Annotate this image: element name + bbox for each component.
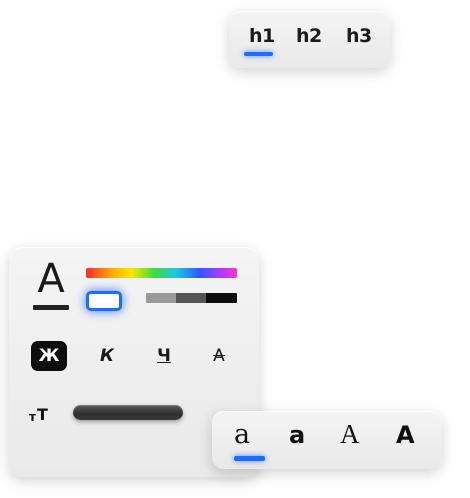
font-color-underline bbox=[33, 305, 69, 310]
font-size-slider[interactable] bbox=[73, 405, 183, 420]
selected-heading-indicator bbox=[244, 52, 273, 56]
heading-option-h3[interactable]: h3 bbox=[346, 25, 372, 47]
font-option-bold-uppercase[interactable]: A bbox=[396, 421, 415, 449]
heading-option-h1[interactable]: h1 bbox=[249, 25, 275, 47]
font-color-icon[interactable]: A bbox=[33, 256, 69, 310]
color-spectrum-slider[interactable] bbox=[86, 268, 237, 278]
font-family-picker: a a A A bbox=[212, 411, 442, 469]
font-option-serif-uppercase[interactable]: A bbox=[340, 419, 360, 450]
heading-picker: h1 h2 h3 bbox=[229, 11, 390, 68]
text-size-big-glyph: Т bbox=[37, 405, 48, 424]
italic-button[interactable]: К bbox=[89, 341, 125, 371]
selected-color-swatch[interactable] bbox=[86, 291, 122, 311]
underline-button[interactable]: Ч bbox=[146, 341, 182, 371]
strikethrough-button[interactable]: А bbox=[201, 341, 237, 371]
heading-option-h2[interactable]: h2 bbox=[296, 25, 322, 47]
font-color-letter: A bbox=[37, 256, 65, 302]
font-option-sans-lowercase[interactable]: a bbox=[289, 421, 305, 449]
text-size-icon: т Т bbox=[29, 403, 53, 424]
grayscale-palette[interactable] bbox=[146, 293, 237, 303]
bold-button[interactable]: Ж bbox=[31, 341, 67, 371]
font-option-serif-lowercase[interactable]: a bbox=[234, 419, 250, 450]
text-size-small-glyph: т bbox=[29, 410, 36, 424]
selected-font-indicator bbox=[234, 456, 265, 461]
